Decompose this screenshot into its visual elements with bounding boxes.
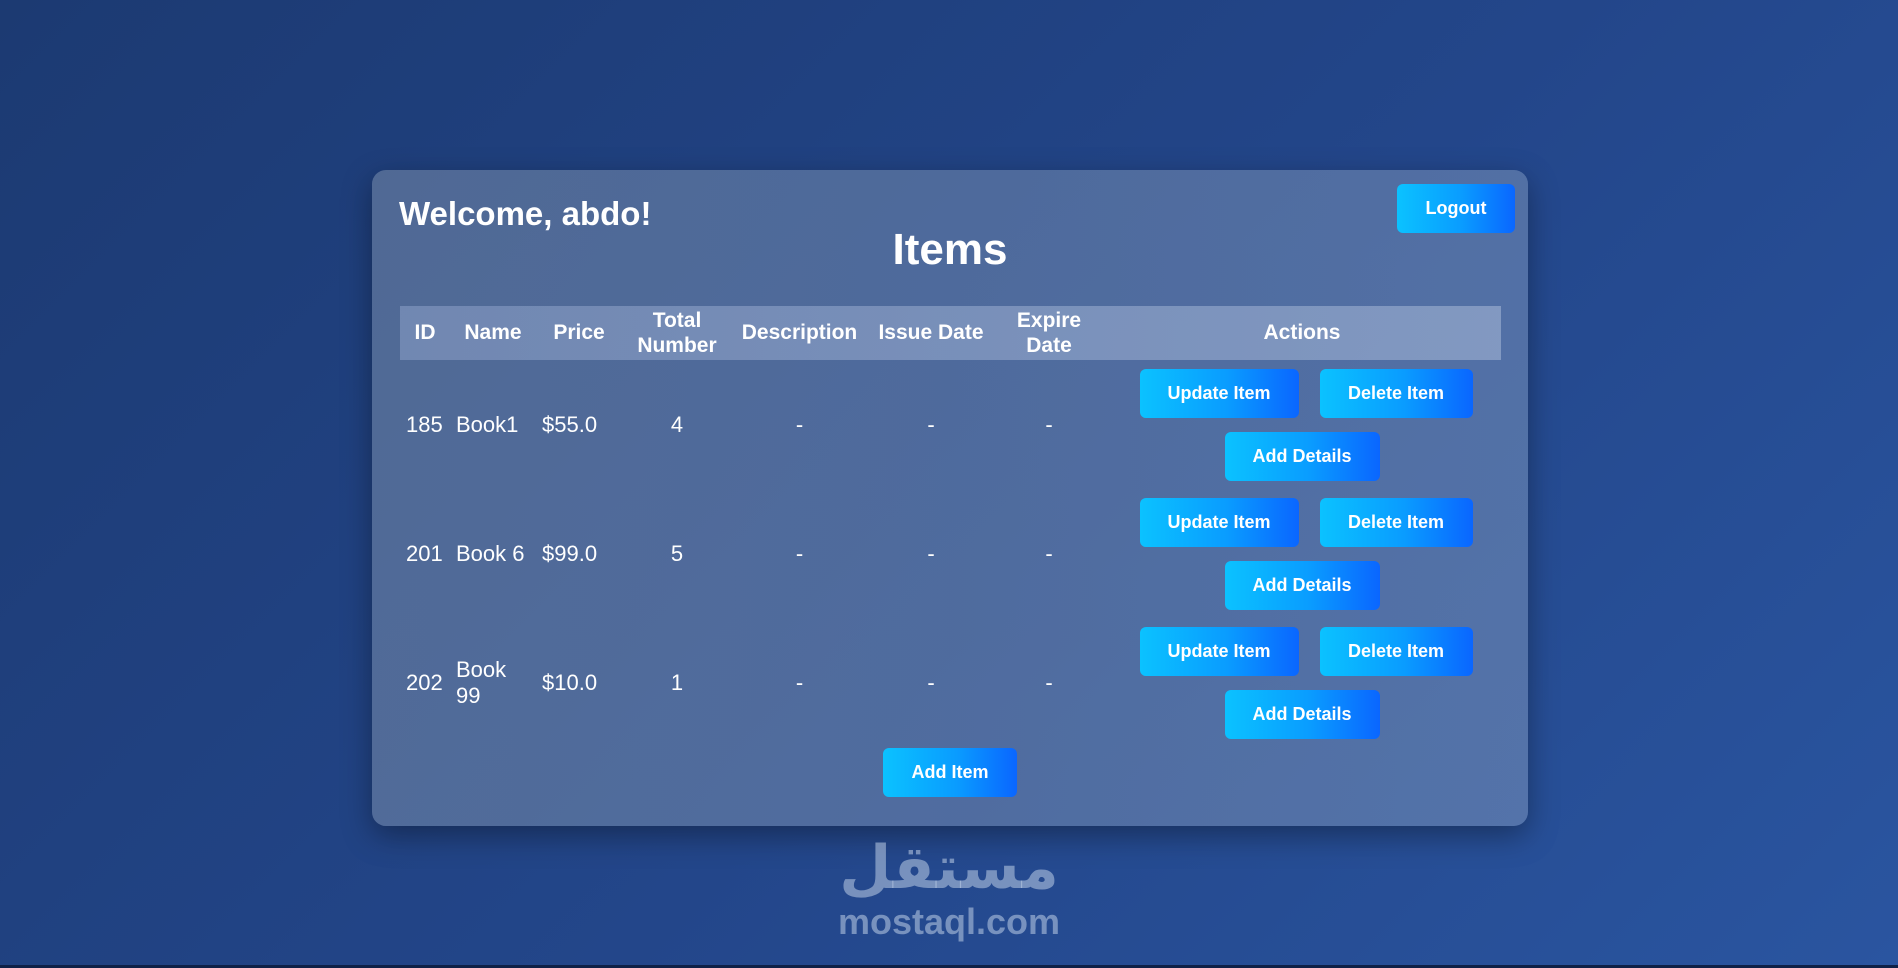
row-actions-top: Update Item Delete Item xyxy=(1139,368,1473,418)
items-card: Welcome, abdo! Logout Items ID Name Pric… xyxy=(372,170,1528,826)
cell-id: 185 xyxy=(406,411,443,437)
cell-issue-date: - xyxy=(927,540,935,566)
cell-actions: Update Item Delete Item Add Details xyxy=(1103,360,1501,489)
column-header-actions: Actions xyxy=(1263,321,1341,345)
column-header-description: Description xyxy=(741,321,858,345)
cell-id: 201 xyxy=(406,540,443,566)
table-row: 185 Book1 $55.0 4 - - - Update Item Dele… xyxy=(400,360,1501,489)
column-header-expire-date: Expire Date xyxy=(1016,308,1082,357)
cell-issue-date: - xyxy=(927,669,935,695)
row-actions: Update Item Delete Item Add Details xyxy=(1103,368,1501,481)
cell-price: $55.0 xyxy=(542,411,598,437)
cell-id: 202 xyxy=(406,669,443,695)
items-table: ID Name Price Total Number Description I… xyxy=(400,306,1501,747)
watermark-arabic-logo: مستقل xyxy=(839,833,1059,903)
row-actions-top: Update Item Delete Item xyxy=(1139,626,1473,676)
delete-item-button[interactable]: Delete Item xyxy=(1319,368,1473,418)
column-header-total-number: Total Number xyxy=(637,308,717,357)
delete-item-button[interactable]: Delete Item xyxy=(1319,497,1473,547)
cell-description: - xyxy=(795,540,804,566)
cell-price: $10.0 xyxy=(542,669,598,695)
column-header-issue-date: Issue Date xyxy=(878,321,984,345)
cell-name: Book1 xyxy=(456,411,519,437)
row-actions-top: Update Item Delete Item xyxy=(1139,497,1473,547)
cell-issue-date: - xyxy=(927,411,935,437)
cell-name: Book 99 xyxy=(456,656,507,708)
cell-total-number: 1 xyxy=(670,669,684,695)
add-details-button[interactable]: Add Details xyxy=(1224,431,1380,481)
update-item-button[interactable]: Update Item xyxy=(1139,368,1299,418)
watermark-latin-text: mostaql.com xyxy=(837,901,1061,942)
cell-name: Book 6 xyxy=(456,540,525,566)
update-item-button[interactable]: Update Item xyxy=(1139,626,1299,676)
mostaql-watermark: مستقل mostaql.com xyxy=(0,838,1898,942)
add-item-button[interactable]: Add Item xyxy=(883,748,1017,797)
table-header-row: ID Name Price Total Number Description I… xyxy=(400,306,1501,360)
cell-actions: Update Item Delete Item Add Details xyxy=(1103,489,1501,618)
cell-expire-date: - xyxy=(1045,669,1053,695)
delete-item-button[interactable]: Delete Item xyxy=(1319,626,1473,676)
row-actions: Update Item Delete Item Add Details xyxy=(1103,497,1501,610)
update-item-button[interactable]: Update Item xyxy=(1139,497,1299,547)
column-header-price: Price xyxy=(553,321,605,345)
table-row: 202 Book 99 $10.0 1 - - - Update Item De… xyxy=(400,618,1501,747)
cell-description: - xyxy=(795,411,804,437)
cell-expire-date: - xyxy=(1045,540,1053,566)
cell-expire-date: - xyxy=(1045,411,1053,437)
column-header-id: ID xyxy=(414,321,436,345)
column-header-name: Name xyxy=(464,321,522,345)
row-actions: Update Item Delete Item Add Details xyxy=(1103,626,1501,739)
cell-description: - xyxy=(795,669,804,695)
table-row: 201 Book 6 $99.0 5 - - - Update Item Del… xyxy=(400,489,1501,618)
add-details-button[interactable]: Add Details xyxy=(1224,560,1380,610)
cell-actions: Update Item Delete Item Add Details xyxy=(1103,618,1501,747)
cell-total-number: 5 xyxy=(670,540,684,566)
cell-total-number: 4 xyxy=(670,411,684,437)
cell-price: $99.0 xyxy=(542,540,598,566)
add-details-button[interactable]: Add Details xyxy=(1224,689,1380,739)
page-title: Items xyxy=(892,225,1008,274)
